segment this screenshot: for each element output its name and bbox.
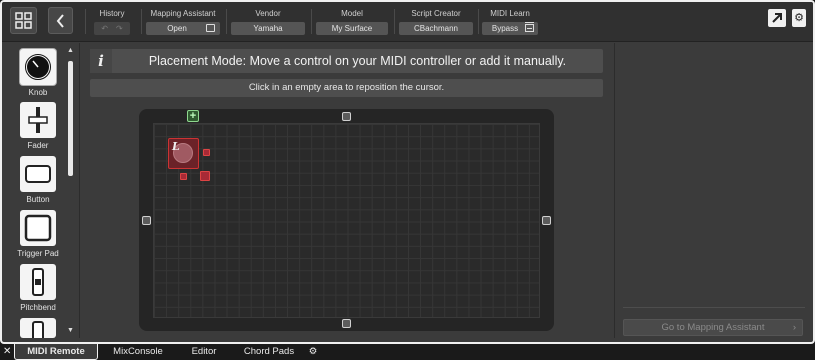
resize-handle[interactable] xyxy=(203,149,210,156)
placement-mode-banner: i Placement Mode: Move a control on your… xyxy=(90,49,603,73)
fader-icon xyxy=(20,102,56,138)
script-creator-group: Script Creator CBachmann xyxy=(399,8,473,35)
bypass-label: Bypass xyxy=(491,24,519,33)
script-creator-field[interactable]: CBachmann xyxy=(399,22,473,35)
settings-button[interactable]: ⚙ xyxy=(792,9,806,27)
tab-mixconsole[interactable]: MixConsole xyxy=(106,344,170,360)
toolbar-separator xyxy=(85,9,86,34)
info-icon: i xyxy=(90,49,112,73)
model-field[interactable]: My Surface xyxy=(316,22,388,35)
palette-label-knob: Knob xyxy=(28,88,48,97)
canvas-resize-handle-top[interactable] xyxy=(342,112,351,121)
toolbar-separator xyxy=(394,9,395,34)
bypass-icon xyxy=(525,22,534,32)
script-creator-label: Script Creator xyxy=(411,9,461,18)
go-to-mapping-assistant-button[interactable]: Go to Mapping Assistant › xyxy=(623,319,803,336)
chevron-down-icon[interactable]: ▼ xyxy=(67,327,74,335)
palette-label-fader: Fader xyxy=(27,141,49,150)
midi-remote-window: History ↶ ↷ Mapping Assistant Open Vendo… xyxy=(0,0,815,344)
mapping-assistant-group: Mapping Assistant Open xyxy=(146,8,220,35)
gear-icon: ⚙ xyxy=(794,11,804,24)
control-palette: Knob Fader Button Trigger Pad Pitchbend … xyxy=(2,43,80,338)
model-group: Model My Surface xyxy=(316,8,388,35)
mapping-assistant-open-label: Open xyxy=(167,24,187,33)
palette-label-trigger-pad: Trigger Pad xyxy=(17,249,59,258)
surface-editor: i Placement Mode: Move a control on your… xyxy=(81,43,613,338)
palette-item-pitchbend[interactable]: Pitchbend xyxy=(18,264,58,312)
tabs-settings-button[interactable]: ⚙ xyxy=(305,344,321,360)
pitchbend-icon xyxy=(20,264,56,300)
palette-label-pitchbend: Pitchbend xyxy=(20,303,56,312)
lower-zone-tabs: ✕ MIDI Remote MixConsole Editor Chord Pa… xyxy=(0,344,815,360)
toolbar-separator xyxy=(311,9,312,34)
tab-editor[interactable]: Editor xyxy=(182,344,226,360)
palette-scrollbar[interactable]: ▲ ▼ xyxy=(67,47,74,335)
canvas-resize-handle-bottom[interactable] xyxy=(342,319,351,328)
history-controls: ↶ ↷ xyxy=(94,22,130,35)
gear-icon: ⚙ xyxy=(308,346,318,357)
tab-midi-remote[interactable]: MIDI Remote xyxy=(14,344,98,360)
vendor-label: Vendor xyxy=(255,9,281,18)
midi-learn-label: MIDI Learn xyxy=(490,9,530,18)
open-external-button[interactable] xyxy=(768,9,786,27)
canvas-resize-handle-right[interactable] xyxy=(542,216,551,225)
palette-item-fader[interactable]: Fader xyxy=(18,102,58,150)
chevron-right-icon: › xyxy=(792,322,796,333)
trigger-pad-icon xyxy=(20,210,56,246)
toolbar-separator xyxy=(478,9,479,34)
resize-handle[interactable] xyxy=(180,173,187,180)
mapping-assistant-label: Mapping Assistant xyxy=(150,9,216,18)
tab-chord-pads[interactable]: Chord Pads xyxy=(238,344,300,360)
resize-handle[interactable] xyxy=(200,171,210,181)
history-label: History xyxy=(99,9,125,18)
grid-icon xyxy=(15,12,32,29)
window-icon xyxy=(206,24,215,32)
palette-item-trigger-pad[interactable]: Trigger Pad xyxy=(17,210,59,258)
vendor-field[interactable]: Yamaha xyxy=(231,22,305,35)
knob-label: L xyxy=(172,140,180,153)
reposition-hint: Click in an empty area to reposition the… xyxy=(90,79,603,97)
knob-control[interactable]: L xyxy=(168,138,210,181)
arrow-up-right-icon xyxy=(772,13,782,23)
midi-learn-group: MIDI Learn Bypass xyxy=(482,8,538,35)
grid-layout-button[interactable] xyxy=(10,7,37,34)
surface-canvas[interactable]: L + xyxy=(139,109,554,331)
close-icon[interactable]: ✕ xyxy=(3,345,13,359)
redo-icon[interactable]: ↷ xyxy=(116,22,123,35)
scroll-thumb[interactable] xyxy=(68,61,73,176)
surface-grid[interactable]: L + xyxy=(153,110,540,318)
back-button[interactable] xyxy=(48,7,73,34)
toolbar-separator xyxy=(226,9,227,34)
canvas-resize-handle-left[interactable] xyxy=(142,216,151,225)
history-group: History ↶ ↷ xyxy=(92,8,132,35)
vendor-group: Vendor Yamaha xyxy=(231,8,305,35)
mapping-assistant-open-button[interactable]: Open xyxy=(146,22,220,35)
model-label: Model xyxy=(341,9,363,18)
divider xyxy=(623,307,805,308)
palette-label-button: Button xyxy=(26,195,50,204)
go-to-mapping-assistant-label: Go to Mapping Assistant xyxy=(661,322,765,333)
toolbar: History ↶ ↷ Mapping Assistant Open Vendo… xyxy=(2,2,813,42)
midi-learn-bypass-button[interactable]: Bypass xyxy=(482,22,538,35)
control-icon xyxy=(20,318,56,338)
palette-item-knob[interactable]: Knob xyxy=(18,49,58,97)
toolbar-separator xyxy=(141,9,142,34)
chevron-up-icon[interactable]: ▲ xyxy=(67,47,74,55)
palette-item-partial[interactable] xyxy=(18,318,58,338)
button-icon xyxy=(20,156,56,192)
add-control-button[interactable]: + xyxy=(187,110,199,122)
palette-item-button[interactable]: Button xyxy=(18,156,58,204)
chevron-left-icon xyxy=(56,13,64,28)
placement-mode-text: Placement Mode: Move a control on your M… xyxy=(148,54,567,68)
knob-icon xyxy=(20,49,56,85)
inspector-panel: Go to Mapping Assistant › xyxy=(614,43,813,338)
undo-icon[interactable]: ↶ xyxy=(101,22,108,35)
